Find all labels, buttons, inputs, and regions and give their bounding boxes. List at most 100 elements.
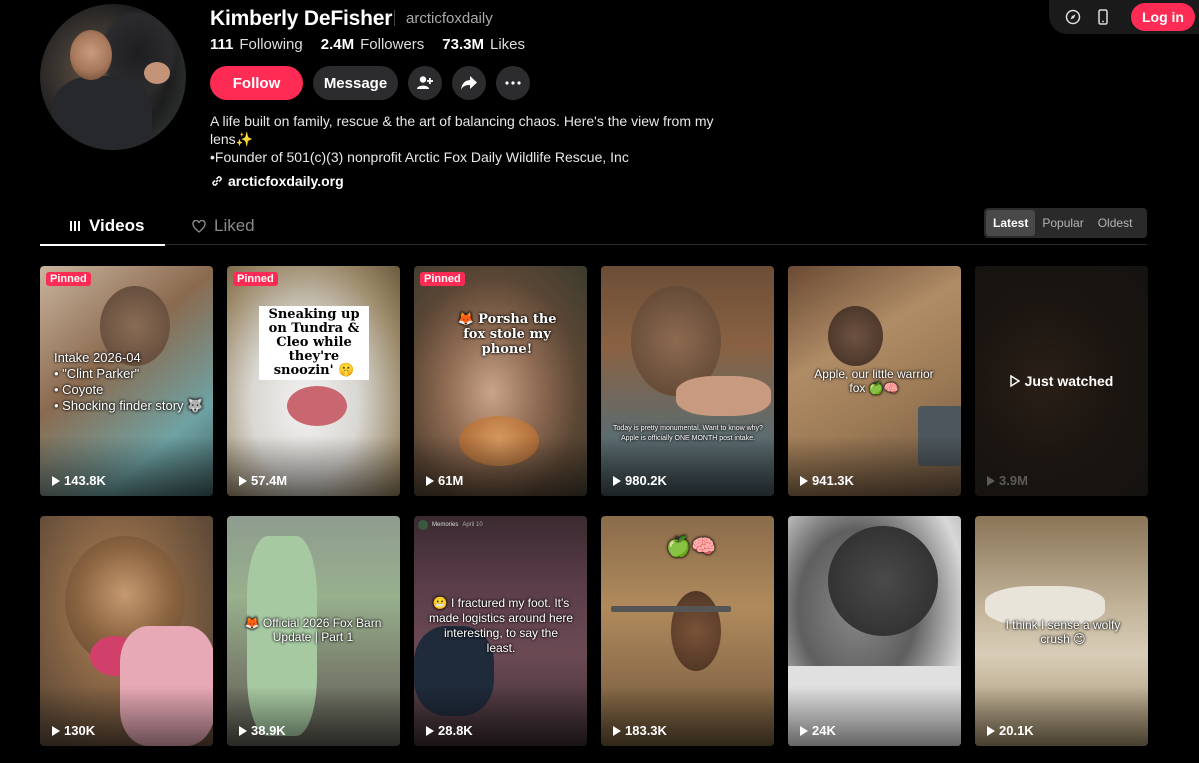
follow-button[interactable]: Follow [210,66,303,100]
video-caption: 🦊 Porsha the fox stole my phone! [457,312,557,357]
tab-videos[interactable]: Videos [69,216,144,236]
tab-liked-label: Liked [214,216,255,235]
stat-likes: 73.3M Likes [442,36,525,53]
sort-switcher: Latest Popular Oldest [984,208,1147,238]
view-count-text: 130K [64,723,96,738]
login-button[interactable]: Log in [1131,3,1195,31]
play-icon [613,725,621,736]
video-card[interactable]: Apple, our little warrior fox 🍏🧠 941.3K [788,266,961,496]
pinned-badge: Pinned [46,272,91,286]
compass-icon[interactable] [1061,5,1085,29]
view-count: 38.9K [239,723,286,738]
play-icon [800,725,808,736]
video-card[interactable]: 🦊 Official 2026 Fox Barn Update | Part 1… [227,516,400,746]
play-icon [52,725,60,736]
profile-handle: arcticfoxdaily [406,10,493,27]
name-divider [394,10,395,26]
video-caption: 🍏🧠 [666,536,716,558]
video-card[interactable]: Pinned Sneaking up on Tundra & Cleo whil… [227,266,400,496]
play-icon [613,475,621,486]
view-count: 941.3K [800,473,854,488]
pinned-badge: Pinned [420,272,465,286]
view-count-text: 980.2K [625,473,667,488]
video-card[interactable]: Memories April 10 😬 I fractured my foot.… [414,516,587,746]
profile-stats: 111 Following 2.4M Followers 73.3M Likes [210,36,525,53]
avatar[interactable] [40,4,186,150]
mobile-icon[interactable] [1091,5,1115,29]
profile-name: Kimberly DeFisher [210,7,393,30]
view-count-text: 61M [438,473,464,488]
followers-count: 2.4M [320,36,355,53]
view-count: 20.1K [987,723,1034,738]
more-icon [505,81,521,85]
play-icon [426,725,434,736]
video-caption: Apple, our little warrior fox 🍏🧠 [814,367,934,395]
view-count: 143.8K [52,473,106,488]
profile-actions: Follow Message [210,66,530,100]
play-outline-icon [1009,375,1020,387]
stat-following[interactable]: 111 Following [210,36,303,53]
view-count-text: 57.4M [251,473,288,488]
top-controls: Log in [1049,0,1199,34]
view-count: 3.9M [987,473,1028,488]
message-button[interactable]: Message [313,66,398,100]
profile-link[interactable]: arcticfoxdaily.org [210,173,344,189]
sort-oldest[interactable]: Oldest [1091,210,1140,236]
liked-heart-icon [192,219,206,233]
share-icon [461,76,477,90]
pinned-badge: Pinned [233,272,278,286]
video-card[interactable]: Pinned 🦊 Porsha the fox stole my phone! … [414,266,587,496]
video-card[interactable]: Today is pretty monumental. Want to know… [601,266,774,496]
play-icon [987,725,995,736]
video-card[interactable]: 24K [788,516,961,746]
likes-label: Likes [490,36,526,53]
video-card[interactable]: 130K [40,516,213,746]
play-icon [239,725,247,736]
video-caption: Intake 2026-04 • "Clint Parker" • Coyote… [54,350,204,413]
view-count-text: 24K [812,723,836,738]
memories-header: Memories April 10 [418,520,483,530]
play-icon [239,475,247,486]
just-watched-label: Just watched [1024,373,1114,389]
video-card[interactable]: Pinned Intake 2026-04 • "Clint Parker" •… [40,266,213,496]
play-icon [52,475,60,486]
tab-videos-label: Videos [89,216,145,235]
view-count: 57.4M [239,473,287,488]
video-card[interactable]: Just watched 3.9M [975,266,1148,496]
share-button[interactable] [452,66,486,100]
view-count: 980.2K [613,473,667,488]
view-count-text: 941.3K [812,473,854,488]
view-count-text: 183.3K [625,723,667,738]
view-count-text: 20.1K [999,723,1034,738]
video-card[interactable]: 🍏🧠 183.3K [601,516,774,746]
video-grid: Pinned Intake 2026-04 • "Clint Parker" •… [40,266,1148,746]
view-count-text: 38.9K [251,723,286,738]
add-person-icon [417,76,433,89]
videos-grid-icon [70,221,80,231]
memories-date: April 10 [462,522,483,528]
play-icon [800,475,808,486]
following-label: Following [239,36,303,53]
likes-count: 73.3M [442,36,484,53]
bio-line-2: •Founder of 501(c)(3) nonprofit Arctic F… [210,149,629,165]
view-count: 183.3K [613,723,667,738]
stat-followers[interactable]: 2.4M Followers [321,36,425,53]
play-icon [426,475,434,486]
suggested-accounts-button[interactable] [408,66,442,100]
link-icon [212,176,222,186]
more-button[interactable] [496,66,530,100]
tab-active-indicator [40,244,165,246]
video-caption: Today is pretty monumental. Want to know… [613,425,763,442]
profile-link-text: arcticfoxdaily.org [228,173,344,189]
video-caption: 🦊 Official 2026 Fox Barn Update | Part 1 [244,616,382,644]
video-card[interactable]: I think I sense a wolfy crush 😊 20.1K [975,516,1148,746]
sort-popular[interactable]: Popular [1035,210,1090,236]
sort-latest[interactable]: Latest [986,210,1036,236]
video-caption: 😬 I fractured my foot. It's made logisti… [428,596,574,655]
followers-label: Followers [360,36,425,53]
view-count: 24K [800,723,836,738]
tab-liked[interactable]: Liked [192,216,255,236]
profile-tabs: Videos Liked [40,208,1147,246]
view-count-text: 28.8K [438,723,473,738]
play-icon [987,475,995,486]
